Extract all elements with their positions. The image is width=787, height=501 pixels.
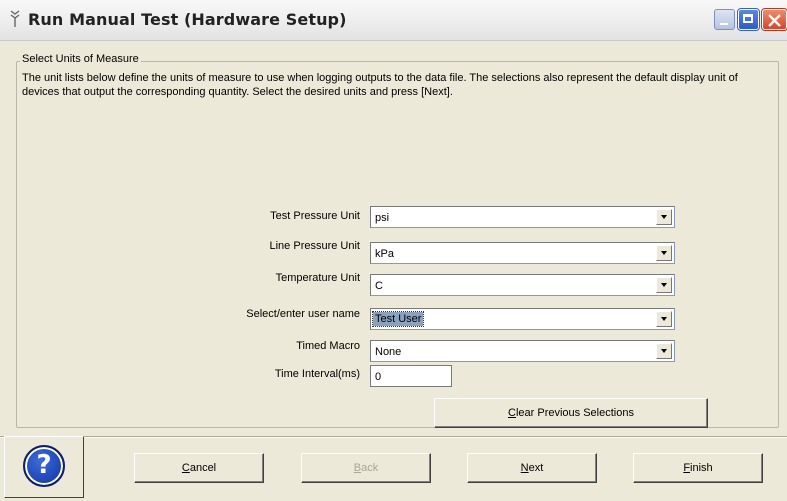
close-button[interactable] xyxy=(761,8,787,31)
help-glyph: ? xyxy=(36,450,52,480)
time-interval-input[interactable]: 0 xyxy=(370,365,452,387)
chevron-down-icon[interactable] xyxy=(656,343,672,359)
title-bar[interactable]: Run Manual Test (Hardware Setup) xyxy=(0,0,787,41)
next-mnemonic: N xyxy=(520,462,529,474)
test-pressure-combo[interactable]: psi xyxy=(370,206,675,228)
clear-selections-button[interactable]: Clear Previous Selections xyxy=(434,398,708,428)
user-name-value[interactable]: Test User xyxy=(371,311,425,327)
clear-label: lear Previous Selections xyxy=(515,407,634,419)
user-name-label: Select/enter user name xyxy=(246,308,360,320)
chevron-down-icon[interactable] xyxy=(656,245,672,261)
dialog-window: Run Manual Test (Hardware Setup) Select … xyxy=(0,0,787,500)
minimize-button[interactable] xyxy=(714,9,735,30)
user-name-combo[interactable]: Test User xyxy=(370,308,675,330)
timed-macro-label: Timed Macro xyxy=(296,340,360,352)
group-label: Select Units of Measure xyxy=(20,53,141,65)
timed-macro-value: None xyxy=(375,346,402,358)
line-pressure-combo[interactable]: kPa xyxy=(370,242,675,264)
next-button[interactable]: Next xyxy=(467,453,597,483)
finish-button[interactable]: Finish xyxy=(633,453,763,483)
app-icon xyxy=(10,10,20,27)
line-pressure-label: Line Pressure Unit xyxy=(269,240,361,252)
maximize-button[interactable] xyxy=(737,8,760,31)
temperature-label: Temperature Unit xyxy=(275,272,360,284)
test-pressure-label: Test Pressure Unit xyxy=(270,210,360,222)
back-button[interactable]: Back xyxy=(301,453,431,483)
cancel-label: ancel xyxy=(189,462,217,474)
test-pressure-value: psi xyxy=(375,212,390,224)
temperature-value: C xyxy=(375,280,383,292)
close-icon xyxy=(768,14,781,27)
back-mnemonic: B xyxy=(353,462,362,474)
chevron-down-icon[interactable] xyxy=(656,209,672,225)
finish-label: inish xyxy=(690,462,713,474)
chevron-down-icon[interactable] xyxy=(656,277,672,293)
timed-macro-combo[interactable]: None xyxy=(370,340,675,362)
next-label: ext xyxy=(528,462,544,474)
cancel-mnemonic: C xyxy=(181,462,190,474)
clear-mnemonic: C xyxy=(508,407,516,419)
line-pressure-value: kPa xyxy=(375,248,394,260)
window-title: Run Manual Test (Hardware Setup) xyxy=(28,10,347,29)
description-text: The unit lists below define the units of… xyxy=(22,72,738,98)
back-label: ack xyxy=(361,462,379,474)
time-interval-value: 0 xyxy=(375,371,382,383)
help-button[interactable]: ? xyxy=(4,436,84,498)
chevron-down-icon[interactable] xyxy=(656,311,672,327)
temperature-combo[interactable]: C xyxy=(370,274,675,296)
help-icon: ? xyxy=(23,445,65,487)
cancel-button[interactable]: Cancel xyxy=(134,453,264,483)
time-interval-label: Time Interval(ms) xyxy=(274,368,360,380)
